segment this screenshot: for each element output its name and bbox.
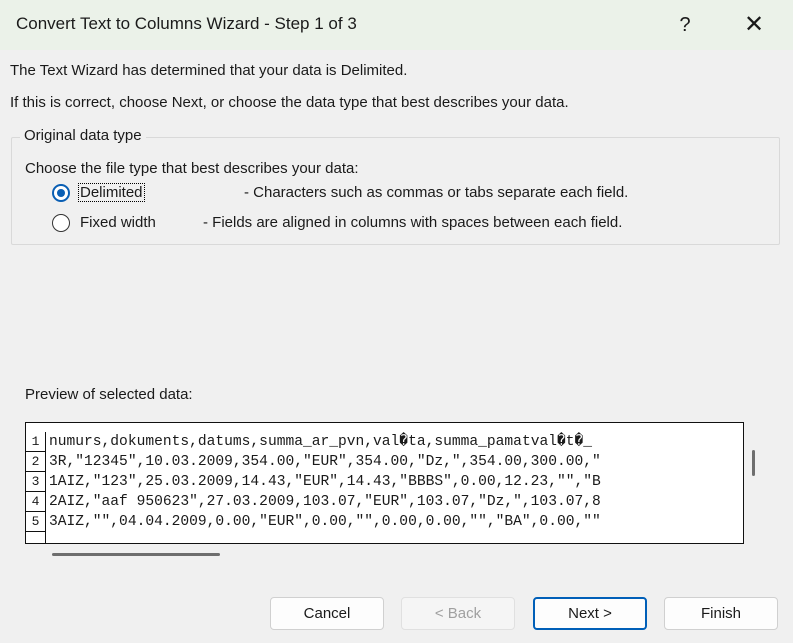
preview-row-text: numurs,dokuments,datums,summa_ar_pvn,val… bbox=[49, 434, 593, 450]
title-bar: Convert Text to Columns Wizard - Step 1 … bbox=[0, 0, 793, 50]
preview-row-text: 3AIZ,"",04.04.2009,0.00,"EUR",0.00,"",0.… bbox=[49, 514, 601, 530]
preview-row: 5 3AIZ,"",04.04.2009,0.00,"EUR",0.00,"",… bbox=[26, 512, 743, 532]
preview-row-text: 1AIZ,"123",25.03.2009,14.43,"EUR",14.43,… bbox=[49, 474, 601, 490]
preview-label: Preview of selected data: bbox=[25, 386, 193, 403]
preview-row-number: 2 bbox=[26, 452, 46, 472]
preview-row: 4 2AIZ,"aaf 950623",27.03.2009,103.07,"E… bbox=[26, 492, 743, 512]
preview-row-text: 2AIZ,"aaf 950623",27.03.2009,103.07,"EUR… bbox=[49, 494, 601, 510]
data-preview[interactable]: 1 numurs,dokuments,datums,summa_ar_pvn,v… bbox=[25, 422, 744, 544]
preview-row: 2 3R,"12345",10.03.2009,354.00,"EUR",354… bbox=[26, 452, 743, 472]
radio-fixed-width-description: - Fields are aligned in columns with spa… bbox=[203, 214, 623, 231]
wizard-message-instruction: If this is correct, choose Next, or choo… bbox=[10, 94, 569, 111]
radio-delimited-indicator[interactable] bbox=[52, 184, 70, 202]
preview-vertical-scrollbar[interactable] bbox=[752, 450, 755, 476]
preview-horizontal-scrollbar[interactable] bbox=[52, 553, 220, 556]
preview-row-text: 3R,"12345",10.03.2009,354.00,"EUR",354.0… bbox=[49, 454, 601, 470]
back-button[interactable]: < Back bbox=[401, 597, 515, 630]
preview-row-number: 3 bbox=[26, 472, 46, 492]
cancel-button[interactable]: Cancel bbox=[270, 597, 384, 630]
preview-row-number-partial bbox=[26, 532, 46, 543]
help-button[interactable]: ? bbox=[668, 8, 702, 42]
preview-row bbox=[26, 532, 743, 543]
radio-delimited-description: - Characters such as commas or tabs sepa… bbox=[244, 184, 629, 201]
group-legend: Original data type bbox=[20, 127, 146, 144]
wizard-message-detected: The Text Wizard has determined that your… bbox=[10, 62, 408, 79]
next-button[interactable]: Next > bbox=[533, 597, 647, 630]
radio-fixed-width-label[interactable]: Fixed width bbox=[80, 214, 156, 231]
window-title: Convert Text to Columns Wizard - Step 1 … bbox=[16, 14, 357, 33]
preview-row-number: 1 bbox=[26, 432, 46, 452]
finish-button[interactable]: Finish bbox=[664, 597, 778, 630]
file-type-prompt: Choose the file type that best describes… bbox=[25, 160, 359, 177]
close-button[interactable]: ✕ bbox=[734, 8, 774, 42]
preview-row: 3 1AIZ,"123",25.03.2009,14.43,"EUR",14.4… bbox=[26, 472, 743, 492]
preview-row-number: 4 bbox=[26, 492, 46, 512]
radio-fixed-width-indicator[interactable] bbox=[52, 214, 70, 232]
radio-delimited-label[interactable]: Delimited bbox=[78, 183, 145, 202]
preview-row-number: 5 bbox=[26, 512, 46, 532]
preview-row: 1 numurs,dokuments,datums,summa_ar_pvn,v… bbox=[26, 432, 743, 452]
